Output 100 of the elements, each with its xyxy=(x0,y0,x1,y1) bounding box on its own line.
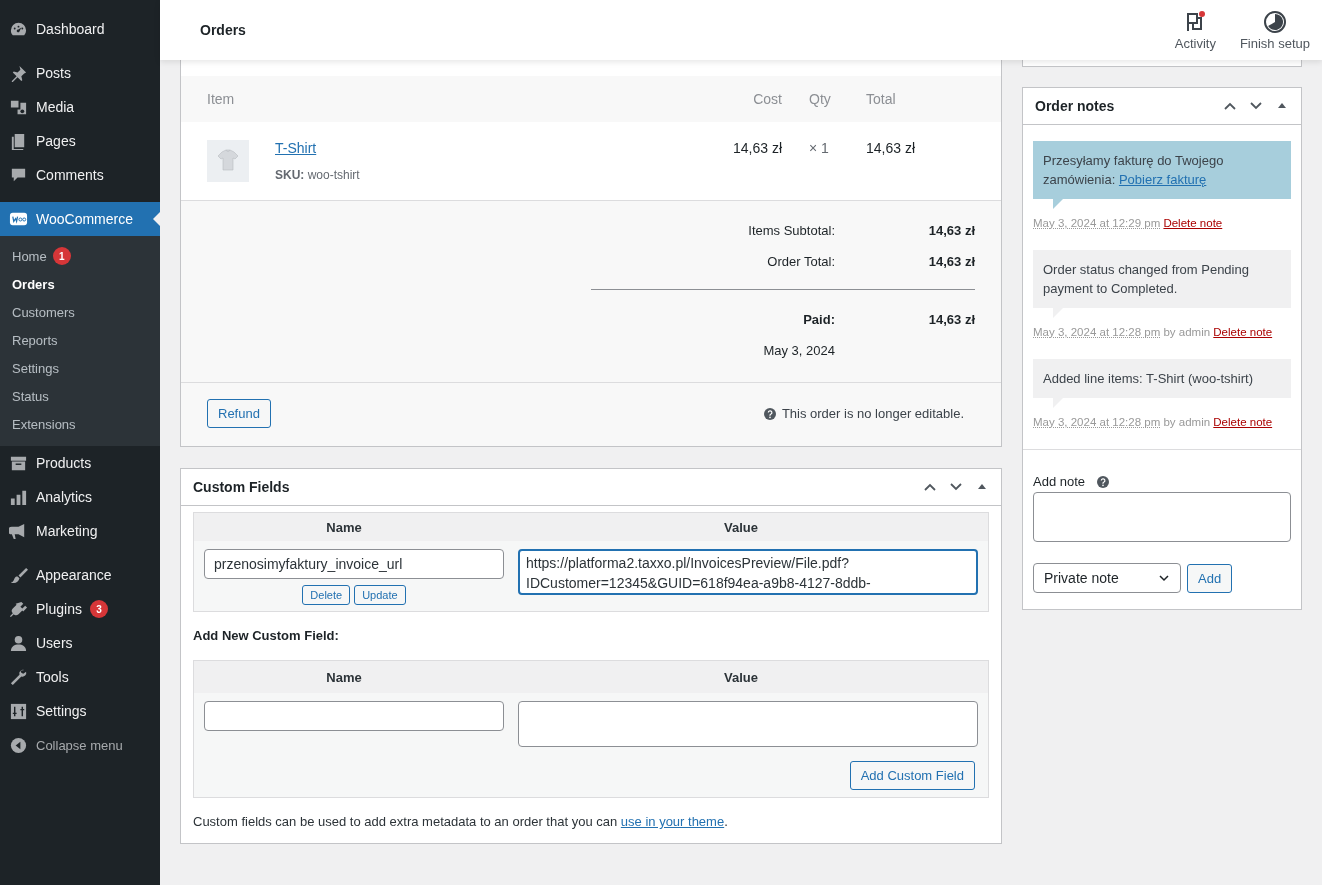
total-label: Order Total: xyxy=(766,254,835,269)
submenu-label: Extensions xyxy=(12,416,76,432)
sku-text: SKU: woo-tshirt xyxy=(275,168,361,182)
sidebar-item[interactable]: Posts xyxy=(0,56,160,90)
sidebar-item[interactable]: Users xyxy=(0,626,160,660)
plug-icon xyxy=(9,599,28,619)
sidebar-item[interactable]: Settings xyxy=(0,694,160,728)
menu-label: Products xyxy=(36,455,92,471)
count-badge: 3 xyxy=(89,600,108,618)
delete-note-link[interactable]: Delete note xyxy=(1163,217,1223,229)
help-icon xyxy=(1097,475,1110,488)
column-header: Value xyxy=(723,669,759,685)
note-meta: May 3, 2024 at 12:28 pm by admin Delete note xyxy=(1033,415,1274,430)
quantity-text: × 1 xyxy=(809,140,830,156)
sidebar-item[interactable]: Media xyxy=(0,90,160,124)
header-action-button[interactable]: Activity xyxy=(1162,9,1228,51)
menu-label: WooCommerce xyxy=(36,211,133,227)
submenu-label: Status xyxy=(12,388,49,404)
panel-title: Custom Fields xyxy=(193,479,291,495)
name-field[interactable]: przenosimyfaktury_invoice_url xyxy=(204,549,504,579)
total-text: 14,63 zł xyxy=(865,140,917,156)
submenu-item[interactable]: Home 1 xyxy=(0,242,160,270)
menu-label: Collapse menu xyxy=(36,737,123,753)
menu-label: Marketing xyxy=(36,523,98,539)
menu-label: Plugins xyxy=(36,601,82,617)
sidebar-item[interactable]: Analytics xyxy=(0,480,160,514)
menu-label: Posts xyxy=(36,65,71,81)
name-field[interactable] xyxy=(204,701,504,731)
column-header: Name xyxy=(325,519,363,535)
note-field[interactable] xyxy=(1033,492,1291,542)
submenu-item[interactable]: Orders xyxy=(0,270,160,298)
add-note-button[interactable]: Add xyxy=(1187,563,1233,593)
column-header: Name xyxy=(325,669,363,685)
note-meta: May 3, 2024 at 12:28 pm by admin Delete note xyxy=(1033,325,1274,340)
paintbrush-icon xyxy=(9,565,28,585)
submenu-item[interactable]: Reports xyxy=(0,326,160,354)
submenu-item[interactable]: Customers xyxy=(0,298,160,326)
collapse-menu-button[interactable]: Collapse menu xyxy=(0,728,160,762)
submenu-label: Home xyxy=(12,248,47,264)
panel-title: Order notes xyxy=(1035,98,1116,114)
submenu-label: Settings xyxy=(12,360,59,376)
submenu-item[interactable]: Status xyxy=(0,382,160,410)
menu-label: Settings xyxy=(36,703,87,719)
menu-label: Analytics xyxy=(36,489,93,505)
total-label: Items Subtotal: xyxy=(747,223,835,238)
note-type-select[interactable]: Private note xyxy=(1033,563,1181,593)
field-label: Add note xyxy=(1033,474,1086,489)
column-header: Total xyxy=(865,91,897,107)
submenu-label: Orders xyxy=(12,276,55,292)
submenu-label: Customers xyxy=(12,304,75,320)
menu-label: Media xyxy=(36,99,75,115)
delete-note-link[interactable]: Delete note xyxy=(1213,326,1273,338)
column-header: Qty xyxy=(809,91,832,107)
delete-note-link[interactable]: Delete note xyxy=(1213,416,1273,428)
menu-label: Users xyxy=(36,635,73,651)
submenu-item[interactable]: Extensions xyxy=(0,410,160,438)
column-header: Cost xyxy=(752,91,782,107)
total-amount: 14,63 zł xyxy=(927,254,975,269)
caret-icon xyxy=(1158,572,1170,584)
page-title: Orders xyxy=(200,22,247,38)
value-field[interactable]: https://platforma2.taxxo.pl/InvoicesPreview/File.pdf?IDCustomer=12345&GUID=618f94ea-a9b8-4127-8ddb- xyxy=(518,549,978,595)
sidebar-item[interactable]: Comments xyxy=(0,158,160,192)
help-text: Custom fields can be used to add extra metadata to an order that you can use in your theme. xyxy=(193,814,729,829)
sidebar-item[interactable]: Products xyxy=(0,446,160,480)
sidebar-item[interactable]: WooCommerce xyxy=(0,202,160,236)
menu-label: Appearance xyxy=(36,567,112,583)
row-action-button[interactable]: Update xyxy=(354,585,406,605)
row-action-button[interactable]: Delete xyxy=(302,585,351,605)
sidebar-item[interactable]: Dashboard xyxy=(0,12,160,46)
paid-date: May 3, 2024 xyxy=(762,343,835,358)
value-field[interactable] xyxy=(518,701,978,747)
progress-ring-icon xyxy=(1262,9,1287,34)
sidebar-item[interactable]: Tools xyxy=(0,660,160,694)
wrench-icon xyxy=(9,667,28,687)
sidebar-item[interactable]: Marketing xyxy=(0,514,160,548)
bubble-tail xyxy=(1053,199,1063,209)
submenu-item[interactable]: Settings xyxy=(0,354,160,382)
product-link[interactable]: T-Shirt xyxy=(275,140,317,156)
refund-button[interactable]: Refund xyxy=(207,399,271,428)
header-action-button[interactable]: Finish setup xyxy=(1227,9,1322,51)
add-custom-field-button[interactable]: Add Custom Field xyxy=(849,761,975,790)
column-header: Item xyxy=(207,91,236,107)
note-meta: May 3, 2024 at 12:29 pm Delete note xyxy=(1033,216,1224,231)
menu-label: Pages xyxy=(36,133,76,149)
total-amount: 14,63 zł xyxy=(927,223,975,238)
notice-text: This order is no longer editable. xyxy=(781,406,964,421)
submenu-label: Reports xyxy=(12,332,58,348)
count-badge: 1 xyxy=(52,247,71,265)
menu-label: Comments xyxy=(36,167,104,183)
sidebar-item[interactable]: Plugins 3 xyxy=(0,592,160,626)
menu-label: Tools xyxy=(36,669,69,685)
user-icon xyxy=(9,633,28,653)
section-heading: Add New Custom Field: xyxy=(193,628,340,643)
note-bubble: Added line items: T-Shirt (woo-tshirt) xyxy=(1033,359,1291,398)
help-icon xyxy=(763,407,776,420)
sidebar-item[interactable]: Appearance xyxy=(0,558,160,592)
sliders-icon xyxy=(9,701,28,721)
sidebar-item[interactable]: Pages xyxy=(0,124,160,158)
menu-label: Dashboard xyxy=(36,21,105,37)
note-bubble: Przesyłamy fakturę do Twojego zamówienia: Pobierz fakturę xyxy=(1033,141,1291,199)
